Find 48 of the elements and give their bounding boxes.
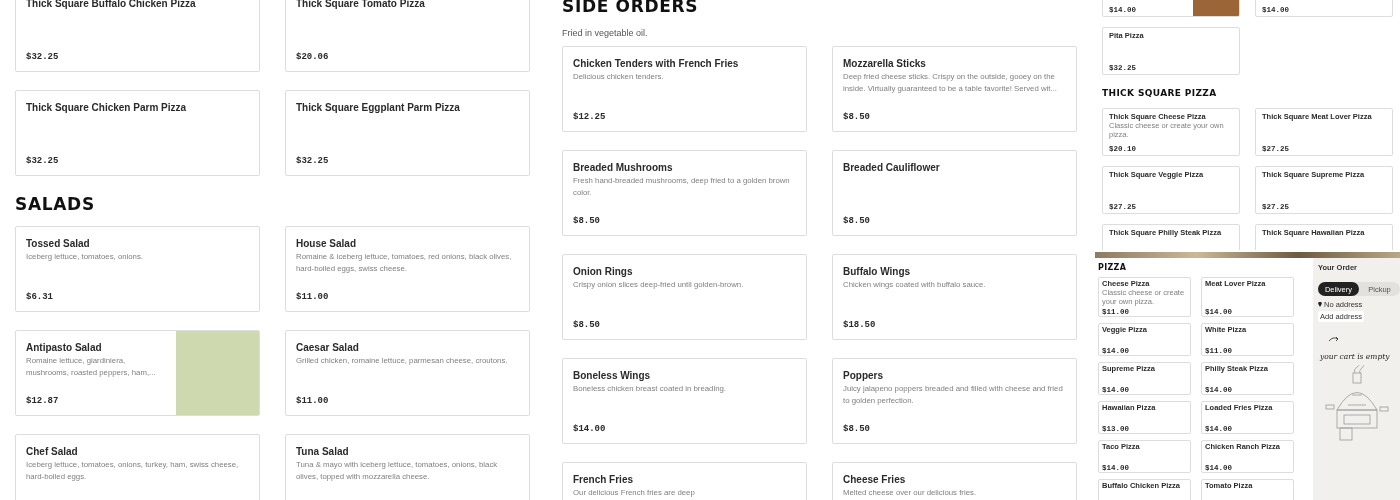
item-name: Thick Square Eggplant Parm Pizza (296, 102, 461, 114)
section-heading: PIZZA (1098, 263, 1127, 273)
item-name: Tuna Salad (296, 446, 350, 458)
section-note: Fried in vegetable oil. (562, 28, 648, 38)
item-name: French Fries (573, 474, 635, 486)
item-price: $14.00 (573, 423, 607, 435)
item-price: $32.25 (26, 155, 60, 166)
item-price: $12.25 (573, 111, 607, 123)
menu-item-card[interactable]: Thick Square Eggplant Parm Pizza $32.25 (285, 90, 530, 176)
menu-item-card[interactable]: Thick Square Buffalo Chicken Pizza $32.25 (15, 0, 260, 72)
item-name: Mozzarella Sticks (843, 58, 927, 70)
item-price: $11.00 (296, 291, 330, 302)
item-name: House Salad (296, 238, 358, 250)
item-name: Poppers (843, 370, 884, 382)
item-name: Antipasto Salad (26, 342, 103, 354)
item-name: Caesar Salad (296, 342, 360, 354)
item-name: Thick Square Chicken Parm Pizza (26, 102, 188, 114)
arrow-icon (1328, 336, 1340, 342)
item-name: Boneless Wings (573, 370, 652, 382)
location-pin-icon (1318, 302, 1322, 307)
item-name: Thick Square Tomato Pizza (296, 0, 426, 10)
item-name: Cheese Fries (843, 474, 907, 486)
section-heading: THICK SQUARE PIZZA (1102, 87, 1217, 100)
section-heading: SALADS (15, 194, 95, 214)
item-price: $8.50 (573, 319, 601, 331)
item-price: $6.31 (26, 291, 54, 302)
item-price: $32.25 (296, 155, 330, 166)
item-name: Onion Rings (573, 266, 634, 278)
menu-item-card[interactable]: Breaded Cauliflower $8.50 (832, 150, 1077, 237)
item-name: Breaded Cauliflower (843, 162, 941, 174)
item-price: $8.50 (843, 215, 871, 227)
item-name: Breaded Mushrooms (573, 162, 674, 174)
menu-item-card[interactable]: Thick Square Tomato Pizza $20.06 (285, 0, 530, 72)
item-name: Chicken Tenders with French Fries (573, 58, 740, 70)
item-name: Chef Salad (26, 446, 79, 458)
item-name: Buffalo Wings (843, 266, 912, 278)
item-price: $32.25 (26, 51, 60, 62)
item-price: $8.50 (843, 111, 871, 123)
item-name: Tossed Salad (26, 238, 91, 250)
section-heading: SIDE ORDERS (562, 0, 699, 16)
item-price: $8.50 (843, 423, 871, 435)
menu-item-card[interactable]: Thick Square Chicken Parm Pizza $32.25 (15, 90, 260, 176)
item-price: $12.87 (26, 395, 60, 406)
item-price: $11.00 (296, 395, 330, 406)
item-price: $8.50 (573, 215, 601, 227)
item-price: $18.50 (843, 319, 877, 331)
item-price: $20.06 (296, 51, 330, 62)
item-name: Thick Square Buffalo Chicken Pizza (26, 0, 197, 10)
